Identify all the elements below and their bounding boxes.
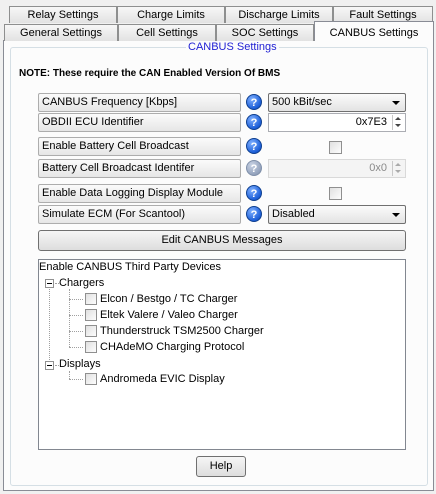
obdii-ecu-label: OBDII ECU Identifier xyxy=(38,113,241,132)
thunderstruck-charger-label[interactable]: Thunderstruck TSM2500 Charger xyxy=(100,325,264,337)
collapse-icon[interactable] xyxy=(45,279,54,288)
data-logging-label: Enable Data Logging Display Module xyxy=(38,184,241,203)
group-title: CANBUS Settings xyxy=(186,41,279,53)
tab-soc-settings[interactable]: SOC Settings xyxy=(216,24,314,41)
tab-general-settings[interactable]: General Settings xyxy=(4,24,118,41)
simulate-ecm-label: Simulate ECM (For Scantool) xyxy=(38,205,241,224)
elcon-charger-label[interactable]: Elcon / Bestgo / TC Charger xyxy=(100,293,237,305)
tree-connector xyxy=(49,279,50,366)
tab-relay-settings[interactable]: Relay Settings xyxy=(9,6,117,23)
tree-connector xyxy=(69,379,83,380)
obdii-ecu-value: 0x7E3 xyxy=(355,116,387,128)
help-icon[interactable]: ? xyxy=(246,160,262,176)
elcon-charger-checkbox[interactable] xyxy=(85,293,97,305)
tree-chargers-label[interactable]: Chargers xyxy=(59,277,104,289)
eltek-charger-checkbox[interactable] xyxy=(85,309,97,321)
tree-connector xyxy=(69,331,83,332)
obdii-ecu-input[interactable]: 0x7E3 xyxy=(268,113,406,132)
broadcast-id-input[interactable]: 0x0 xyxy=(268,159,406,178)
broadcast-id-label: Battery Cell Broadcast Identifer xyxy=(38,159,241,178)
battery-broadcast-label: Enable Battery Cell Broadcast xyxy=(38,137,241,156)
help-icon[interactable]: ? xyxy=(246,94,262,110)
tree-root-label: Enable CANBUS Third Party Devices xyxy=(39,261,221,273)
tree-connector xyxy=(69,289,70,347)
third-party-devices-tree[interactable]: Enable CANBUS Third Party Devices Charge… xyxy=(38,259,406,450)
thunderstruck-charger-checkbox[interactable] xyxy=(85,325,97,337)
data-logging-checkbox[interactable] xyxy=(329,187,342,200)
chevron-down-icon xyxy=(392,101,400,105)
tree-connector xyxy=(69,347,83,348)
canbus-frequency-value: 500 kBit/sec xyxy=(272,96,332,108)
eltek-charger-label[interactable]: Eltek Valere / Valeo Charger xyxy=(100,309,238,321)
tree-connector xyxy=(69,371,70,379)
tab-charge-limits[interactable]: Charge Limits xyxy=(117,6,225,23)
andromeda-display-checkbox[interactable] xyxy=(85,373,97,385)
tree-connector xyxy=(69,299,83,300)
battery-broadcast-checkbox[interactable] xyxy=(329,141,342,154)
help-button[interactable]: Help xyxy=(196,456,246,477)
tree-displays-label[interactable]: Displays xyxy=(59,358,101,370)
help-icon[interactable]: ? xyxy=(246,206,262,222)
tab-cell-settings[interactable]: Cell Settings xyxy=(118,24,216,41)
simulate-ecm-value: Disabled xyxy=(272,208,315,220)
canbus-frequency-label: CANBUS Frequency [Kbps] xyxy=(38,93,241,112)
chevron-down-icon xyxy=(392,213,400,217)
andromeda-display-label[interactable]: Andromeda EVIC Display xyxy=(100,373,225,385)
collapse-icon[interactable] xyxy=(45,361,54,370)
tree-connector xyxy=(69,315,83,316)
edit-canbus-messages-button[interactable]: Edit CANBUS Messages xyxy=(38,230,406,251)
can-note: NOTE: These require the CAN Enabled Vers… xyxy=(19,68,281,79)
help-icon[interactable]: ? xyxy=(246,138,262,154)
help-icon[interactable]: ? xyxy=(246,185,262,201)
chademo-label[interactable]: CHAdeMO Charging Protocol xyxy=(100,341,244,353)
broadcast-id-value: 0x0 xyxy=(369,162,387,174)
chademo-checkbox[interactable] xyxy=(85,341,97,353)
help-icon[interactable]: ? xyxy=(246,114,262,130)
simulate-ecm-select[interactable]: Disabled xyxy=(268,205,406,224)
canbus-frequency-select[interactable]: 500 kBit/sec xyxy=(268,93,406,112)
tab-canbus-settings[interactable]: CANBUS Settings xyxy=(314,21,434,41)
spin-arrows-icon[interactable] xyxy=(392,115,404,130)
spin-arrows-icon[interactable] xyxy=(392,161,404,176)
